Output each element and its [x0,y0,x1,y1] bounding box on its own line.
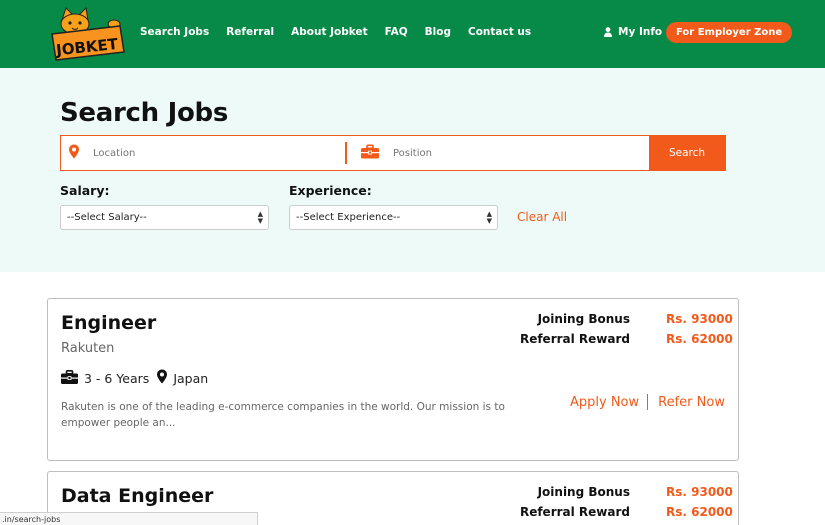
job-experience: 3 - 6 Years [84,370,150,386]
clear-all-link[interactable]: Clear All [517,210,567,224]
my-info-link[interactable]: My Info [604,26,662,38]
map-pin-icon [69,144,79,163]
nav-blog[interactable]: Blog [425,26,451,38]
job-description: Rakuten is one of the leading e-commerce… [61,401,505,429]
refer-now-button[interactable]: Refer Now [658,395,725,410]
map-pin-icon [157,369,168,387]
top-header: JOBKET Search Jobs Referral About Jobket… [0,0,825,68]
job-title[interactable]: Engineer [61,312,156,334]
select-arrows-icon: ▲ ▼ [257,209,263,225]
jobket-logo[interactable]: JOBKET [48,6,126,64]
apply-now-button[interactable]: Apply Now [570,395,639,410]
briefcase-icon [361,144,379,163]
referral-reward-label: Referral Reward [519,332,630,346]
experience-label: Experience: [289,183,372,198]
nav-referral[interactable]: Referral [226,26,274,38]
position-input[interactable] [347,136,649,170]
job-actions: Apply Now Refer Now [570,394,725,410]
job-location: Japan [173,370,209,386]
position-field-wrapper [347,136,649,170]
salary-select[interactable]: --Select Salary-- ▲ ▼ [60,205,269,230]
divider [647,394,649,410]
briefcase-icon [61,369,78,387]
experience-select-value: --Select Experience-- [296,212,401,223]
employer-zone-button[interactable]: For Employer Zone [666,22,793,43]
location-field-wrapper [61,142,347,164]
nav-search-jobs[interactable]: Search Jobs [140,26,209,38]
joining-bonus-value: Rs. 93000 [666,485,733,499]
salary-label: Salary: [60,183,110,198]
nav-faq[interactable]: FAQ [385,26,408,38]
nav-about-jobket[interactable]: About Jobket [291,26,367,38]
job-meta: 3 - 6 Years Japan [61,369,216,387]
salary-select-value: --Select Salary-- [67,212,147,223]
search-button[interactable]: Search [649,136,725,170]
joining-bonus-label: Joining Bonus [537,312,630,326]
referral-reward-label: Referral Reward [519,505,630,519]
user-icon [604,27,612,37]
job-card[interactable]: Engineer Rakuten 3 - 6 Years Japan Rakut… [47,298,739,461]
search-section: Search Jobs Search Sal [0,68,825,272]
joining-bonus-label: Joining Bonus [537,485,630,499]
page-title: Search Jobs [60,98,229,128]
select-arrows-icon: ▲ ▼ [486,209,492,225]
referral-reward-value: Rs. 62000 [666,505,733,519]
nav-contact-us[interactable]: Contact us [468,26,531,38]
location-input[interactable] [61,142,345,164]
referral-reward-value: Rs. 62000 [666,332,733,346]
status-url-tooltip: .in/search-jobs [0,512,258,525]
my-info-label: My Info [618,26,663,38]
joining-bonus-value: Rs. 93000 [666,312,733,326]
main-nav: Search Jobs Referral About Jobket FAQ Bl… [140,26,548,38]
experience-select[interactable]: --Select Experience-- ▲ ▼ [289,205,498,230]
company-name: Rakuten [61,341,115,356]
job-title[interactable]: Data Engineer [61,485,213,507]
search-bar: Search [60,135,726,171]
